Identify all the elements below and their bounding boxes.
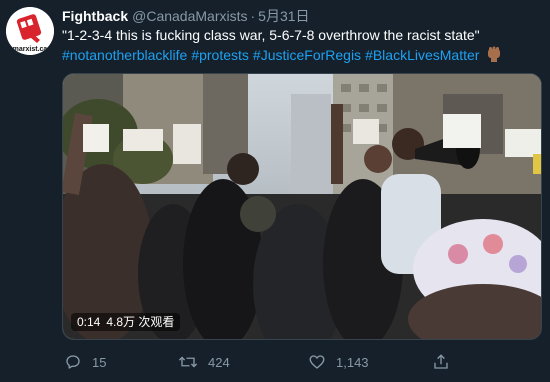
- tweet-body: "1-2-3-4 this is fucking class war, 5-6-…: [62, 27, 480, 43]
- hashtag-link[interactable]: #notanotherblacklife: [62, 47, 187, 63]
- separator: ·: [250, 8, 256, 24]
- video-meta: 0:14 4.8万 次观看: [71, 313, 181, 331]
- share-button[interactable]: [432, 349, 460, 375]
- like-count: 1,143: [336, 354, 369, 370]
- retweet-button[interactable]: 424: [178, 349, 230, 375]
- video-player[interactable]: 0:14 4.8万 次观看: [62, 73, 542, 340]
- avatar[interactable]: marxist.ca: [6, 7, 54, 55]
- hashtag-link[interactable]: #BlackLivesMatter: [365, 47, 479, 63]
- reply-icon: [66, 355, 80, 369]
- display-name[interactable]: Fightback: [62, 8, 128, 24]
- tweet-header: Fightback @CanadaMarxists · 5月31日: [62, 7, 310, 25]
- tweet-date[interactable]: 5月31日: [258, 8, 309, 24]
- retweet-count: 424: [208, 354, 230, 370]
- heart-icon: [309, 355, 325, 369]
- like-button[interactable]: 1,143: [308, 349, 369, 375]
- user-handle[interactable]: @CanadaMarxists: [132, 8, 247, 24]
- hashtag-list: #notanotherblacklife #protests #JusticeFor…: [62, 45, 542, 65]
- reply-count: 15: [92, 354, 107, 370]
- video-duration: 0:14: [77, 315, 101, 329]
- raised-fist-icon: [488, 46, 501, 62]
- reply-button[interactable]: 15: [64, 349, 106, 375]
- hashtag-link[interactable]: #JusticeForRegis: [253, 47, 361, 63]
- tweet[interactable]: marxist.ca Fightback @CanadaMarxists · 5月31…: [0, 0, 550, 382]
- fist-logo-icon: marxist.ca: [6, 7, 54, 55]
- share-icon: [434, 354, 448, 369]
- video-views: 4.8万 次观看: [106, 315, 175, 329]
- tweet-text: "1-2-3-4 this is fucking class war, 5-6-…: [62, 26, 542, 65]
- avatar-caption: marxist.ca: [13, 46, 48, 53]
- video-frame: [63, 74, 541, 339]
- tweet-actions: 15 424 1,143: [62, 349, 542, 375]
- retweet-icon: [178, 356, 198, 368]
- hashtag-link[interactable]: #protests: [191, 47, 249, 63]
